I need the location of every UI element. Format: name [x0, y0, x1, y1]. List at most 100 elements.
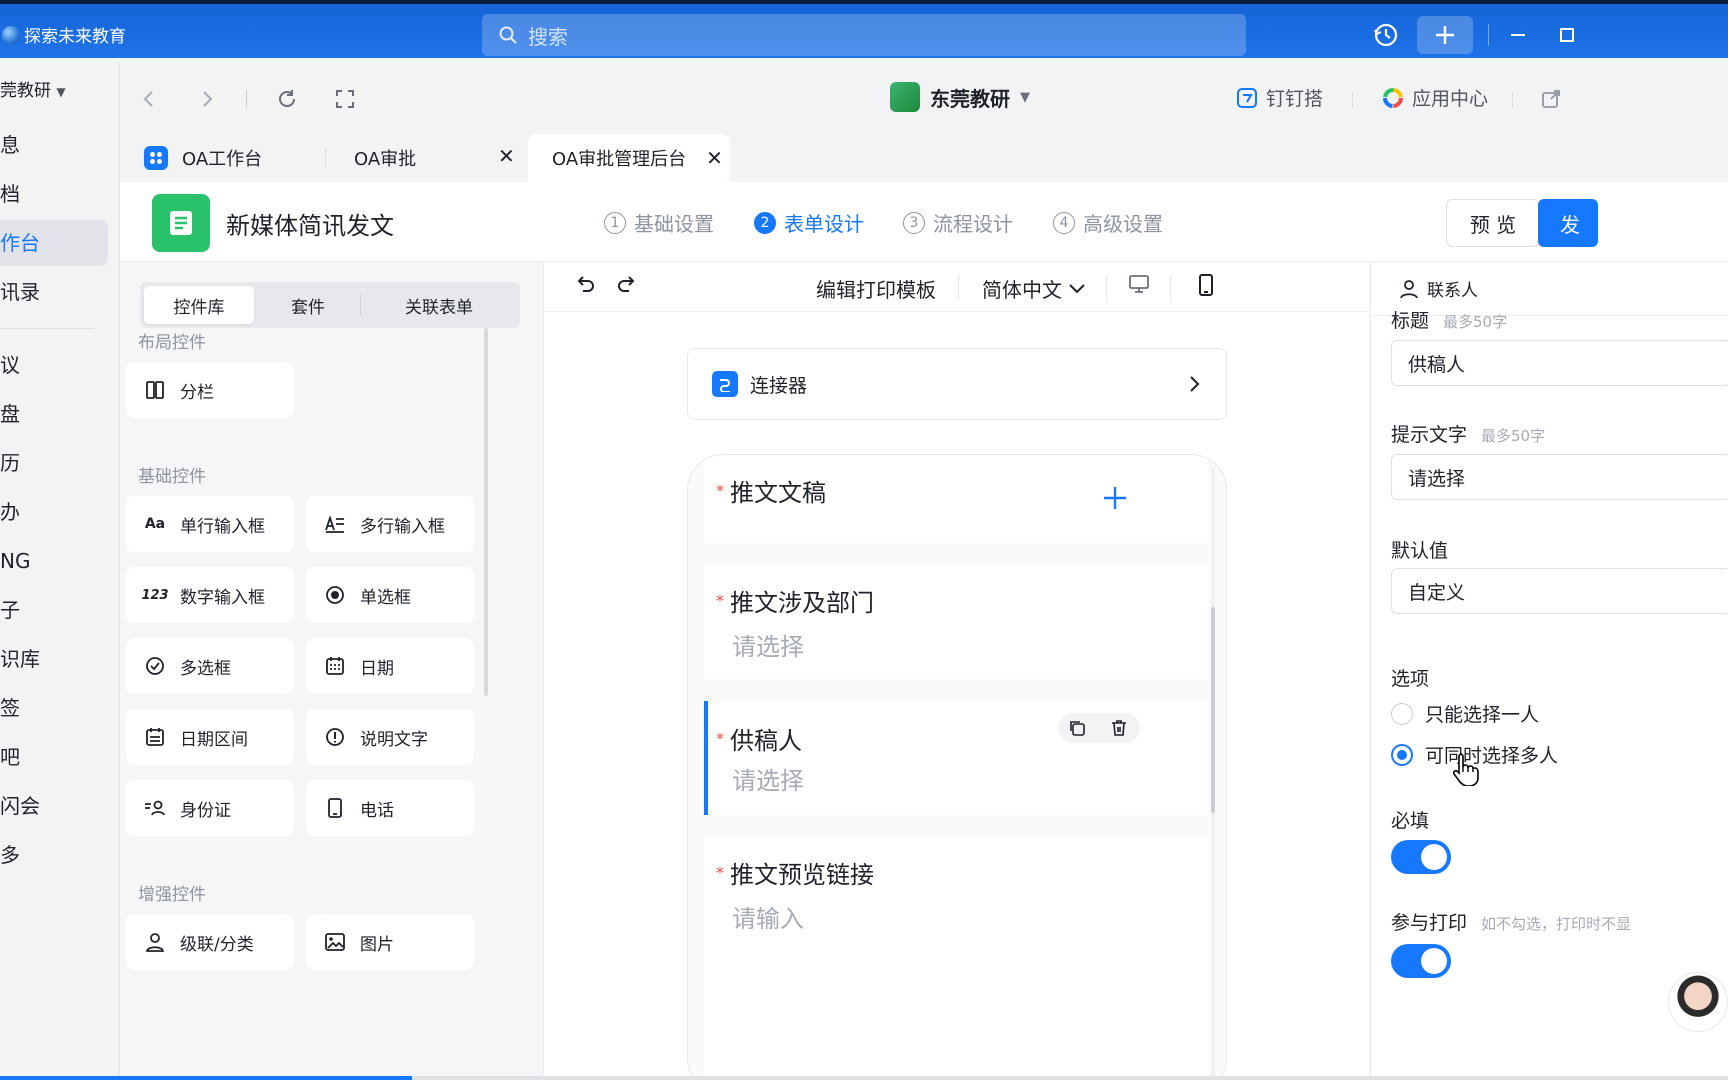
- rail-item-sign[interactable]: 签: [0, 685, 108, 731]
- back-icon[interactable]: [134, 84, 164, 114]
- preview-button[interactable]: 预 览: [1446, 199, 1540, 247]
- group-title-layout: 布局控件: [138, 333, 206, 353]
- tab-label: OA审批: [354, 149, 417, 170]
- title-bar: 探索未来教育 搜索: [0, 0, 1728, 58]
- columns-icon: [144, 379, 166, 401]
- rail-item-knowledge[interactable]: 识库: [0, 636, 108, 682]
- control-radio[interactable]: 单选框: [306, 567, 474, 623]
- rail-item-more[interactable]: 多: [0, 832, 108, 878]
- connector-row[interactable]: 连接器: [687, 348, 1227, 420]
- tab-control-library[interactable]: 控件库: [144, 286, 254, 324]
- rail-item-ding[interactable]: NG: [0, 538, 108, 584]
- refresh-icon[interactable]: [272, 84, 302, 114]
- titlebar-divider: [1488, 24, 1489, 46]
- control-cascade[interactable]: 级联/分类: [126, 914, 294, 970]
- control-label: 图片: [360, 934, 394, 955]
- control-phone[interactable]: 电话: [306, 780, 474, 836]
- required-mark: *: [716, 729, 724, 748]
- radio-circle: [1391, 743, 1413, 766]
- search-input[interactable]: 搜索: [482, 14, 1246, 56]
- control-date-range[interactable]: 日期区间: [126, 709, 294, 765]
- nav-divider: [1512, 92, 1513, 108]
- assistant-avatar[interactable]: [1668, 972, 1728, 1032]
- control-columns[interactable]: 分栏: [126, 362, 294, 418]
- control-single-line[interactable]: Aa 单行输入框: [126, 496, 294, 552]
- field-tweet-preview-link[interactable]: * 推文预览链接 请输入: [704, 837, 1208, 1080]
- step-form-design[interactable]: 2 表单设计: [754, 208, 864, 237]
- field-tweet-departments[interactable]: * 推文涉及部门 请选择: [704, 565, 1208, 679]
- trash-icon[interactable]: [1110, 719, 1128, 737]
- id-card-icon: [144, 797, 166, 819]
- rail-item-messages[interactable]: 息: [0, 122, 108, 168]
- app-center-label: 应用中心: [1412, 88, 1489, 110]
- preview-scrollbar[interactable]: [1211, 607, 1215, 813]
- field-tweet-draft[interactable]: * 推文文稿: [704, 455, 1208, 543]
- rail-item-ba[interactable]: 吧: [0, 734, 108, 780]
- field-contributor[interactable]: * 供稿人 请选择: [704, 701, 1208, 815]
- tab-linked-forms[interactable]: 关联表单: [362, 286, 516, 324]
- radio-label: 可同时选择多人: [1425, 745, 1559, 767]
- rail-item-flash-meeting[interactable]: 闪会: [0, 783, 108, 829]
- control-id-card[interactable]: 身份证: [126, 780, 294, 836]
- close-icon[interactable]: ✕: [706, 146, 723, 170]
- app-center-link[interactable]: 应用中心: [1382, 84, 1488, 111]
- tab-oa-workbench[interactable]: OA工作台: [144, 134, 324, 182]
- dingda-link[interactable]: 钉钉搭: [1236, 84, 1323, 111]
- mobile-view-icon[interactable]: [1198, 274, 1214, 296]
- field-actions: [1058, 713, 1140, 743]
- rail-item-mail[interactable]: 子: [0, 587, 108, 633]
- control-label: 多行输入框: [360, 516, 445, 537]
- step-process-design[interactable]: 3 流程设计: [903, 208, 1013, 237]
- publish-button[interactable]: 发: [1538, 199, 1598, 247]
- org-logo: [890, 82, 920, 112]
- rail-item-todo[interactable]: 办: [0, 489, 108, 535]
- rail-item-meeting[interactable]: 议: [0, 342, 108, 388]
- search-placeholder: 搜索: [528, 24, 568, 49]
- field-label: 供稿人: [730, 727, 802, 755]
- default-value-select[interactable]: 自定义: [1391, 568, 1728, 614]
- option-single-radio[interactable]: 只能选择一人: [1391, 700, 1539, 727]
- maximize-icon[interactable]: [1552, 16, 1582, 54]
- panel-scrollbar[interactable]: [484, 328, 488, 696]
- fullscreen-icon[interactable]: [330, 84, 360, 114]
- history-icon[interactable]: [1366, 16, 1406, 54]
- redo-icon[interactable]: [616, 274, 638, 294]
- title-label: 标题: [1391, 310, 1430, 332]
- open-external-icon[interactable]: [1536, 84, 1566, 114]
- required-toggle[interactable]: [1391, 840, 1451, 874]
- rail-org-switcher[interactable]: 莞教研 ▼: [0, 68, 108, 114]
- title-input[interactable]: 供稿人: [1391, 340, 1728, 386]
- language-select[interactable]: 简体中文: [982, 274, 1086, 303]
- control-image[interactable]: 图片: [306, 914, 474, 970]
- tab-oa-approval-admin[interactable]: OA审批管理后台 ✕: [528, 134, 730, 182]
- step-advanced-settings[interactable]: 4 高级设置: [1053, 208, 1163, 237]
- control-number[interactable]: 123 数字输入框: [126, 567, 294, 623]
- minimize-icon[interactable]: [1500, 16, 1536, 54]
- add-button[interactable]: [1417, 16, 1473, 54]
- org-switcher[interactable]: 东莞教研 ▼: [890, 82, 1030, 112]
- desktop-view-icon[interactable]: [1128, 274, 1150, 294]
- rail-item-docs[interactable]: 档: [0, 171, 108, 217]
- rail-item-workbench[interactable]: 作台: [0, 220, 108, 266]
- text-aa-icon: Aa: [144, 516, 166, 532]
- add-icon[interactable]: [1102, 485, 1128, 511]
- forward-icon[interactable]: [192, 84, 222, 114]
- rail-item-calendar[interactable]: 历: [0, 440, 108, 486]
- rail-item-contacts[interactable]: 讯录: [0, 269, 108, 315]
- copy-icon[interactable]: [1068, 719, 1086, 737]
- tip-input[interactable]: 请选择: [1391, 454, 1728, 500]
- oa-app-icon: [144, 146, 168, 170]
- control-date[interactable]: 日期: [306, 638, 474, 694]
- control-description[interactable]: 说明文字: [306, 709, 474, 765]
- control-checkbox[interactable]: 多选框: [126, 638, 294, 694]
- print-toggle[interactable]: [1391, 944, 1451, 978]
- close-icon[interactable]: ✕: [498, 144, 515, 168]
- tab-kits[interactable]: 套件: [258, 286, 358, 324]
- control-multi-line[interactable]: 多行输入框: [306, 496, 474, 552]
- undo-icon[interactable]: [574, 274, 596, 294]
- canvas-toolbar: 编辑打印模板 简体中文: [544, 262, 1370, 312]
- field-label: 推文预览链接: [730, 861, 874, 889]
- edit-print-template-button[interactable]: 编辑打印模板: [816, 274, 936, 303]
- step-basic-settings[interactable]: 1 基础设置: [604, 208, 714, 237]
- rail-item-drive[interactable]: 盘: [0, 391, 108, 437]
